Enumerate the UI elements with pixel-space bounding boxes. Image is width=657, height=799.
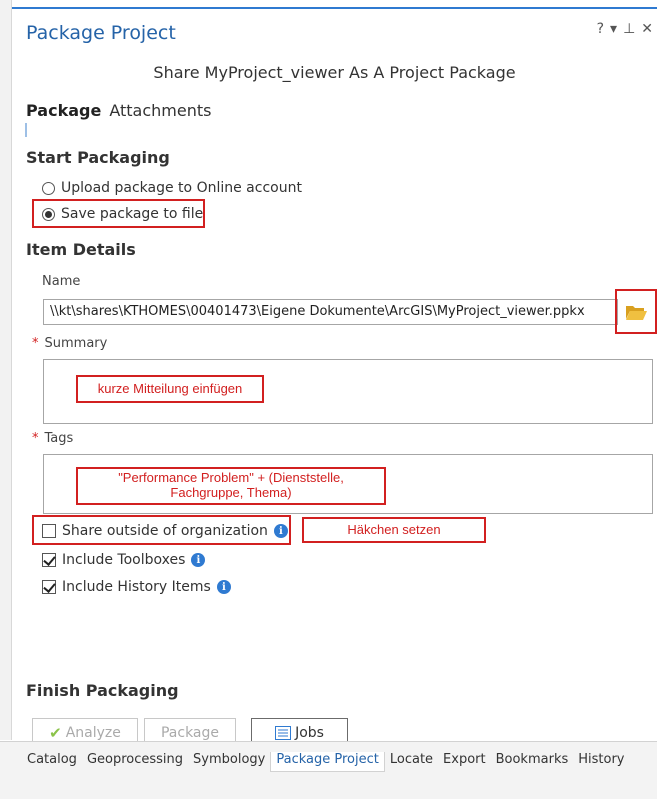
dock-tab-export[interactable]: Export <box>438 752 491 772</box>
dock-tab-locate[interactable]: Locate <box>385 752 438 772</box>
help-icon[interactable]: ? <box>597 21 604 37</box>
package-label: Package <box>160 724 220 741</box>
tags-annotation-line1: "Performance Problem" + (Dienststelle, <box>118 470 344 485</box>
dock-tab-bar: Catalog Geoprocessing Symbology Package … <box>0 741 657 799</box>
info-icon[interactable]: i <box>216 580 231 594</box>
radio-upload-online[interactable] <box>42 181 55 195</box>
include-toolboxes-row[interactable]: Include Toolboxes i <box>42 552 206 568</box>
info-icon[interactable]: i <box>191 553 206 567</box>
analyze-label: Analyze <box>65 724 121 741</box>
summary-annotation-text: kurze Mitteilung einfügen <box>97 381 243 396</box>
include-toolboxes-label: Include Toolboxes <box>62 552 186 568</box>
dock-tab-package-project[interactable]: Package Project <box>270 752 385 772</box>
dock-tab-symbology[interactable]: Symbology <box>188 752 270 772</box>
share-annotation-text: Häkchen setzen <box>347 522 441 537</box>
dock-tab-history[interactable]: History <box>573 752 629 772</box>
window-controls: ? ▾ ⊥ ✕ <box>597 21 653 37</box>
highlight-share-outside-org <box>32 515 291 545</box>
start-packaging-heading: Start Packaging <box>26 148 170 167</box>
dock-tab-bookmarks[interactable]: Bookmarks <box>491 752 574 772</box>
package-project-pane: Package Project ? ▾ ⊥ ✕ Share MyProject_… <box>12 9 657 747</box>
options-dropdown-icon[interactable]: ▾ <box>610 21 617 37</box>
upload-online-label: Upload package to Online account <box>61 180 302 196</box>
include-history-label: Include History Items <box>62 579 211 595</box>
tags-label: Tags <box>44 431 74 446</box>
list-icon <box>275 725 292 740</box>
item-details-heading: Item Details <box>26 240 136 259</box>
tab-package[interactable]: Package <box>26 101 101 120</box>
include-history-checkbox[interactable] <box>42 580 56 594</box>
close-icon[interactable]: ✕ <box>641 21 653 37</box>
required-marker: * <box>32 336 39 351</box>
tab-attachments[interactable]: Attachments <box>109 101 211 120</box>
tab-indicator <box>25 123 27 137</box>
share-subtitle: Share MyProject_viewer As A Project Pack… <box>153 63 516 82</box>
jobs-label: Jobs <box>295 724 324 741</box>
highlight-save-to-file <box>32 199 205 228</box>
finish-packaging-heading: Finish Packaging <box>26 681 179 700</box>
summary-label-row: * Summary <box>32 336 107 351</box>
include-toolboxes-checkbox[interactable] <box>42 553 56 567</box>
include-history-row[interactable]: Include History Items i <box>42 579 231 595</box>
tags-annotation-line2: Fachgruppe, Thema) <box>170 485 292 500</box>
pane-title: Package Project <box>26 22 176 44</box>
tags-label-row: * Tags <box>32 431 73 446</box>
checkmark-icon: ✔ <box>49 723 62 742</box>
required-marker: * <box>32 431 39 446</box>
left-dock-strip <box>0 0 12 740</box>
dock-tab-catalog[interactable]: Catalog <box>22 752 82 772</box>
pin-icon[interactable]: ⊥ <box>623 21 635 37</box>
summary-label: Summary <box>44 336 108 351</box>
name-label: Name <box>42 274 81 289</box>
highlight-browse-button <box>615 289 657 334</box>
upload-online-option[interactable]: Upload package to Online account <box>42 180 302 196</box>
name-field[interactable]: \\kt\shares\KTHOMES\00401473\Eigene Doku… <box>43 299 618 325</box>
dock-tab-geoprocessing[interactable]: Geoprocessing <box>82 752 188 772</box>
dock-tabs: Catalog Geoprocessing Symbology Package … <box>22 752 630 772</box>
tags-annotation-text: "Performance Problem" + (Dienststelle, F… <box>78 470 384 500</box>
pane-tabs: Package Attachments <box>26 101 211 120</box>
